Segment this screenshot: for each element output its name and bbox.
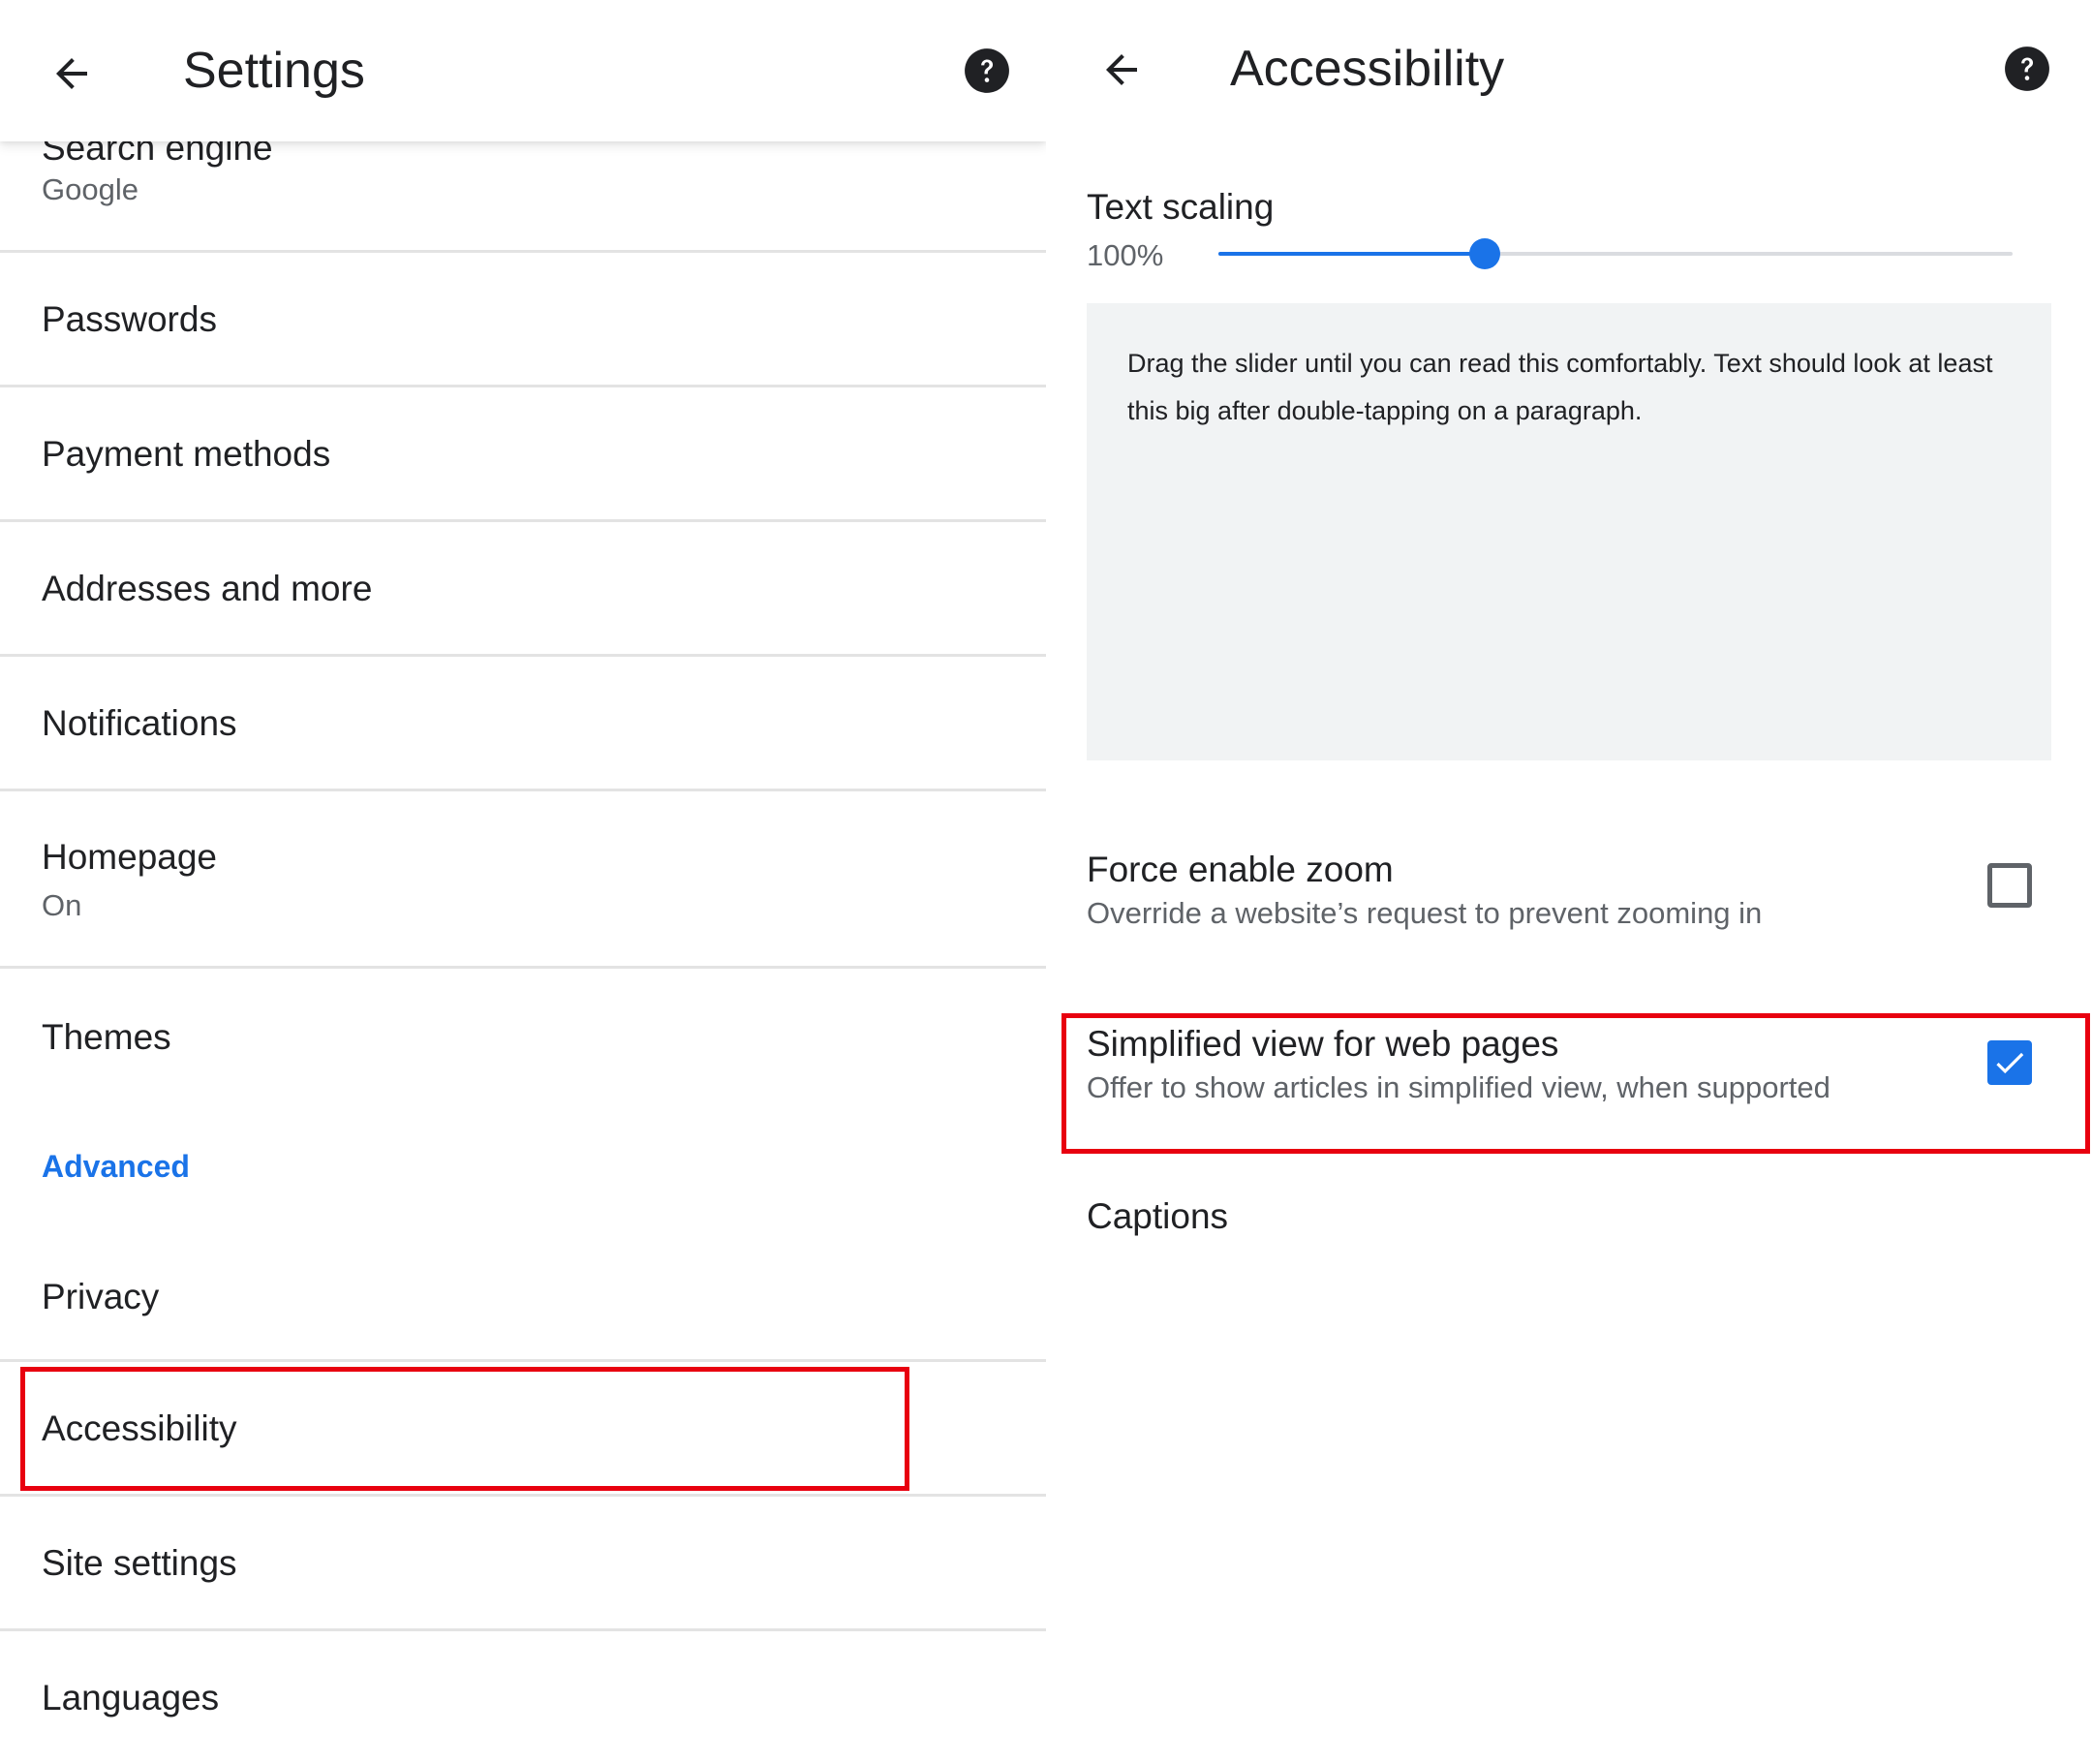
advanced-section-header: Advanced [42, 1149, 190, 1184]
help-button[interactable] [2003, 45, 2051, 93]
settings-item-label: Site settings [42, 1543, 237, 1583]
settings-item-label: Accessibility [42, 1408, 237, 1448]
back-button[interactable] [1087, 35, 1156, 105]
settings-item-payment-methods[interactable]: Payment methods [0, 387, 1046, 522]
settings-item-label: Homepage [42, 837, 218, 877]
slider-thumb[interactable] [1468, 238, 1500, 269]
help-icon [2005, 46, 2049, 91]
settings-item-passwords[interactable]: Passwords [0, 253, 1046, 387]
simplified-view-description: Offer to show articles in simplified vie… [1087, 1070, 1830, 1104]
settings-item-label: Privacy [42, 1277, 160, 1316]
simplified-view-checkbox[interactable] [1987, 1040, 2032, 1085]
settings-item-accessibility[interactable]: Accessibility [0, 1362, 1046, 1497]
settings-item-label: Themes [42, 1017, 171, 1057]
page-title: Settings [183, 43, 365, 99]
captions-label: Captions [1087, 1196, 1229, 1236]
arrow-back-icon [1106, 54, 1137, 85]
settings-item-site-settings[interactable]: Site settings [0, 1497, 1046, 1631]
force-zoom-description: Override a website’s request to prevent … [1087, 896, 1763, 930]
text-preview-box: Drag the slider until you can read this … [1087, 303, 2051, 760]
help-button[interactable] [963, 46, 1011, 95]
text-scaling-label: Text scaling [1087, 187, 1275, 227]
settings-item-themes[interactable]: Themes [0, 969, 1046, 1104]
force-zoom-checkbox[interactable] [1987, 863, 2032, 908]
slider-fill [1218, 252, 1485, 256]
settings-item-sublabel: On [42, 888, 82, 922]
text-scaling-value: 100% [1087, 238, 1164, 272]
settings-item-label: Addresses and more [42, 569, 373, 608]
accessibility-app-bar: Accessibility [1046, 0, 2092, 141]
settings-screen: Search engine Google Passwords Payment m… [0, 0, 1046, 1764]
accessibility-screen: Accessibility Text scaling 100% Drag the… [1046, 0, 2092, 1764]
page-title: Accessibility [1230, 41, 1505, 97]
settings-item-label: Notifications [42, 703, 237, 743]
settings-item-languages[interactable]: Languages [0, 1631, 1046, 1764]
force-enable-zoom-row[interactable]: Force enable zoom Override a website’s r… [1046, 843, 2092, 959]
settings-app-bar: Settings [0, 0, 1046, 141]
settings-item-label: Passwords [42, 299, 217, 339]
settings-item-label: Languages [42, 1678, 220, 1718]
checkmark-icon [1996, 1052, 2024, 1074]
back-button[interactable] [37, 39, 107, 108]
settings-item-label: Payment methods [42, 434, 331, 474]
settings-item-addresses[interactable]: Addresses and more [0, 522, 1046, 657]
settings-item-notifications[interactable]: Notifications [0, 657, 1046, 791]
arrow-back-icon [56, 58, 87, 89]
text-scaling-slider[interactable] [1218, 238, 2013, 269]
force-zoom-label: Force enable zoom [1087, 850, 1394, 889]
simplified-view-label: Simplified view for web pages [1087, 1024, 1559, 1064]
captions-row[interactable]: Captions [1046, 1190, 2092, 1296]
settings-item-privacy[interactable]: Privacy [0, 1221, 1046, 1362]
settings-item-homepage[interactable]: Homepage [0, 791, 1046, 969]
help-icon [965, 48, 1009, 93]
preview-text: Drag the slider until you can read this … [1127, 349, 1993, 425]
simplified-view-row[interactable]: Simplified view for web pages Offer to s… [1046, 1017, 2092, 1153]
settings-item-sublabel: Google [42, 172, 138, 206]
